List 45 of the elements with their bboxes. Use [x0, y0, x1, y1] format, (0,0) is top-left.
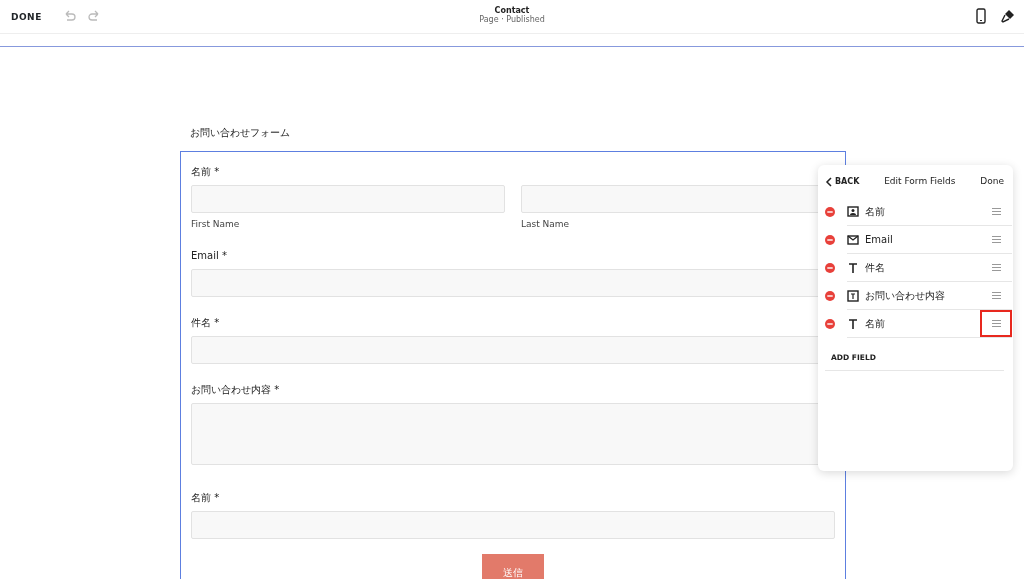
- page-status: Page · Published: [479, 15, 545, 25]
- drag-handle-icon: [991, 236, 1001, 243]
- field-name: Email: [865, 233, 894, 247]
- field-item[interactable]: 件名: [847, 254, 1012, 282]
- field-label: お問い合わせ内容 *: [191, 384, 280, 396]
- field-item[interactable]: お問い合わせ内容: [847, 282, 1012, 310]
- mobile-icon[interactable]: [976, 8, 986, 24]
- field-item[interactable]: 名前: [847, 198, 1012, 226]
- field-item[interactable]: Email: [847, 226, 1012, 254]
- field-label: 名前 *: [191, 166, 220, 178]
- text-field[interactable]: [191, 511, 835, 539]
- field-name: お問い合わせ内容: [865, 289, 946, 303]
- drag-handle-icon: [991, 264, 1001, 271]
- remove-icon[interactable]: [825, 263, 835, 273]
- field-label: 名前 *: [191, 492, 220, 504]
- text-field[interactable]: [191, 185, 505, 213]
- remove-icon[interactable]: [825, 319, 835, 329]
- drag-handle-icon: [991, 292, 1001, 299]
- drag-handle-icon: [991, 320, 1001, 327]
- text-icon: [847, 317, 859, 330]
- field-name: 名前: [865, 205, 886, 219]
- remove-icon[interactable]: [825, 291, 835, 301]
- panel-title: Edit Form Fields: [884, 175, 956, 189]
- field-item[interactable]: 名前: [847, 310, 1012, 338]
- back-button[interactable]: BACK: [825, 176, 860, 188]
- done-button[interactable]: DONE: [11, 11, 42, 25]
- text-box-icon: [847, 289, 859, 302]
- remove-icon[interactable]: [825, 235, 835, 245]
- done-button[interactable]: Done: [980, 175, 1004, 189]
- envelope-icon: [847, 233, 859, 246]
- field-name: 名前: [865, 317, 886, 331]
- form-title: お問い合わせフォーム: [190, 126, 291, 140]
- field-sublabel: Last Name: [521, 219, 570, 230]
- back-chevron-icon: [825, 177, 832, 187]
- text-icon: [847, 261, 859, 274]
- paintbrush-icon[interactable]: [1000, 8, 1016, 24]
- field-name: 件名: [865, 261, 886, 275]
- page-title: Contact: [493, 6, 531, 15]
- field-label: Email *: [191, 250, 227, 262]
- drag-handle-icon: [991, 208, 1001, 215]
- drag-handle[interactable]: [980, 310, 1012, 337]
- contact-card-icon: [847, 205, 859, 218]
- field-label: 件名 *: [191, 317, 220, 329]
- field-sublabel: First Name: [191, 219, 240, 230]
- remove-icon[interactable]: [825, 207, 835, 217]
